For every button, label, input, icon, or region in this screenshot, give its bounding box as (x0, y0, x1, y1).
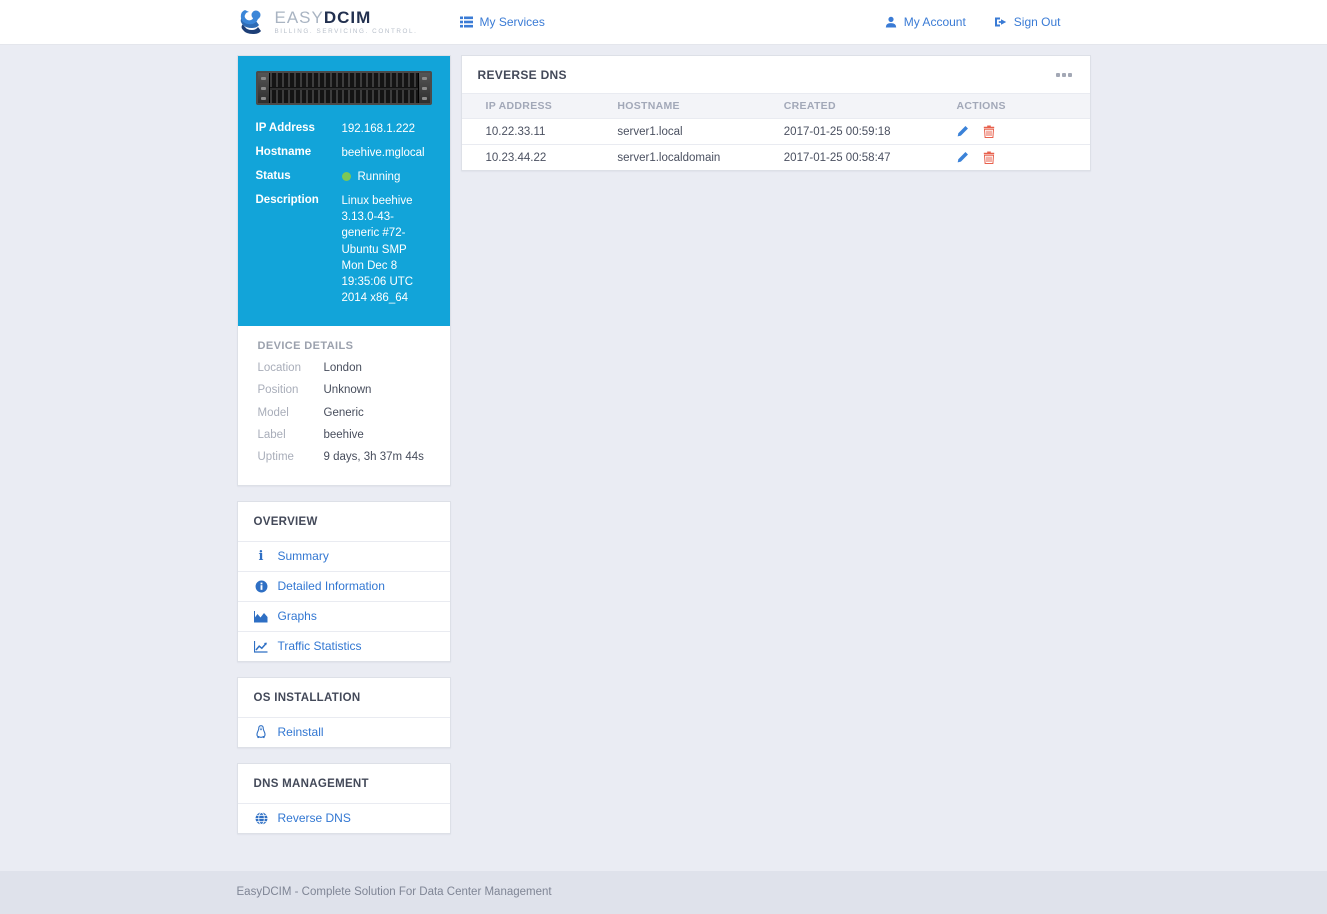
footer-text: EasyDCIM - Complete Solution For Data Ce… (237, 871, 1091, 914)
table-header-row: IP ADDRESS HOSTNAME CREATED ACTIONS (462, 94, 1090, 119)
table-row: 10.22.33.11 server1.local 2017-01-25 00:… (462, 119, 1090, 145)
server-field-status: Status Running (256, 169, 432, 185)
server-info-panel: IP Address 192.168.1.222 Hostname beehiv… (238, 56, 450, 326)
cell-hostname: server1.localdomain (593, 145, 759, 171)
device-details-panel: DEVICE DETAILS Location London Position … (238, 326, 450, 485)
detail-row-position: Position Unknown (258, 383, 430, 397)
cell-ip: 10.22.33.11 (462, 119, 594, 145)
brand-tagline: BILLING. SERVICING. CONTROL. (275, 29, 418, 35)
sidebar-item-label: Reinstall (278, 725, 324, 739)
info-icon: i (254, 550, 269, 563)
cell-ip: 10.23.44.22 (462, 145, 594, 171)
server-field-hostname: Hostname beehive.mglocal (256, 145, 432, 161)
linux-icon (254, 725, 269, 739)
dns-management-section-title: DNS MANAGEMENT (238, 764, 450, 803)
server-field-description: Description Linux beehive 3.13.0-43-gene… (256, 193, 432, 306)
col-header-created: CREATED (760, 94, 933, 119)
sidebar: IP Address 192.168.1.222 Hostname beehiv… (237, 55, 451, 834)
sidebar-item-label: Summary (278, 549, 329, 563)
os-installation-section-title: OS INSTALLATION (238, 678, 450, 717)
detail-row-location: Location London (258, 361, 430, 375)
reverse-dns-panel: REVERSE DNS IP ADDRESS HOSTNAME CREATED … (461, 55, 1091, 171)
rack-server-image (256, 71, 432, 105)
os-installation-section: OS INSTALLATION Reinstall (237, 677, 451, 748)
sidebar-item-detailed-information[interactable]: Detailed Information (238, 571, 450, 601)
top-navbar: EASYDCIM BILLING. SERVICING. CONTROL. My… (0, 0, 1327, 45)
info-circle-icon (254, 580, 269, 593)
status-badge: Running (358, 171, 401, 183)
nav-sign-out-label: Sign Out (1014, 15, 1061, 29)
overview-section: OVERVIEW i Summary Detailed Information … (237, 501, 451, 662)
sign-out-icon (994, 16, 1007, 28)
brand-logo[interactable]: EASYDCIM BILLING. SERVICING. CONTROL. (237, 7, 418, 37)
easydcim-logo-icon (237, 7, 267, 37)
sidebar-item-graphs[interactable]: Graphs (238, 601, 450, 631)
detail-row-uptime: Uptime 9 days, 3h 37m 44s (258, 450, 430, 464)
sidebar-item-label: Detailed Information (278, 579, 385, 593)
cell-hostname: server1.local (593, 119, 759, 145)
area-chart-icon (254, 610, 269, 623)
cell-created: 2017-01-25 00:58:47 (760, 145, 933, 171)
panel-options-ellipsis-icon[interactable] (1054, 69, 1074, 81)
brand-name: EASYDCIM (275, 9, 418, 26)
sidebar-item-label: Graphs (278, 609, 317, 623)
col-header-hostname: HOSTNAME (593, 94, 759, 119)
th-list-icon (460, 16, 473, 28)
dns-management-section: DNS MANAGEMENT Reverse DNS (237, 763, 451, 834)
sidebar-item-label: Reverse DNS (278, 811, 351, 825)
nav-sign-out[interactable]: Sign Out (994, 15, 1061, 29)
page-footer: EasyDCIM - Complete Solution For Data Ce… (0, 871, 1327, 914)
nav-my-services-label: My Services (480, 15, 545, 29)
detail-row-label: Label beehive (258, 428, 430, 442)
delete-trash-icon[interactable] (983, 151, 995, 164)
panel-title: REVERSE DNS (478, 68, 567, 82)
globe-icon (254, 812, 269, 825)
line-chart-icon (254, 640, 269, 653)
reverse-dns-table: IP ADDRESS HOSTNAME CREATED ACTIONS 10.2… (462, 93, 1090, 170)
sidebar-item-reverse-dns[interactable]: Reverse DNS (238, 803, 450, 833)
server-summary-card: IP Address 192.168.1.222 Hostname beehiv… (237, 55, 451, 486)
main-content: REVERSE DNS IP ADDRESS HOSTNAME CREATED … (461, 55, 1091, 171)
col-header-actions: ACTIONS (932, 94, 1089, 119)
cell-created: 2017-01-25 00:59:18 (760, 119, 933, 145)
sidebar-item-label: Traffic Statistics (278, 639, 362, 653)
col-header-ip: IP ADDRESS (462, 94, 594, 119)
nav-my-services[interactable]: My Services (460, 15, 545, 29)
table-row: 10.23.44.22 server1.localdomain 2017-01-… (462, 145, 1090, 171)
status-running-dot (342, 172, 351, 181)
nav-my-account[interactable]: My Account (885, 15, 966, 29)
nav-my-account-label: My Account (904, 15, 966, 29)
sidebar-item-reinstall[interactable]: Reinstall (238, 717, 450, 747)
detail-row-model: Model Generic (258, 406, 430, 420)
overview-section-title: OVERVIEW (238, 502, 450, 541)
sidebar-item-traffic-statistics[interactable]: Traffic Statistics (238, 631, 450, 661)
delete-trash-icon[interactable] (983, 125, 995, 138)
edit-pencil-icon[interactable] (956, 151, 969, 164)
sidebar-item-summary[interactable]: i Summary (238, 541, 450, 571)
user-icon (885, 16, 897, 28)
device-details-title: DEVICE DETAILS (258, 340, 430, 352)
edit-pencil-icon[interactable] (956, 125, 969, 138)
server-field-ip: IP Address 192.168.1.222 (256, 121, 432, 137)
